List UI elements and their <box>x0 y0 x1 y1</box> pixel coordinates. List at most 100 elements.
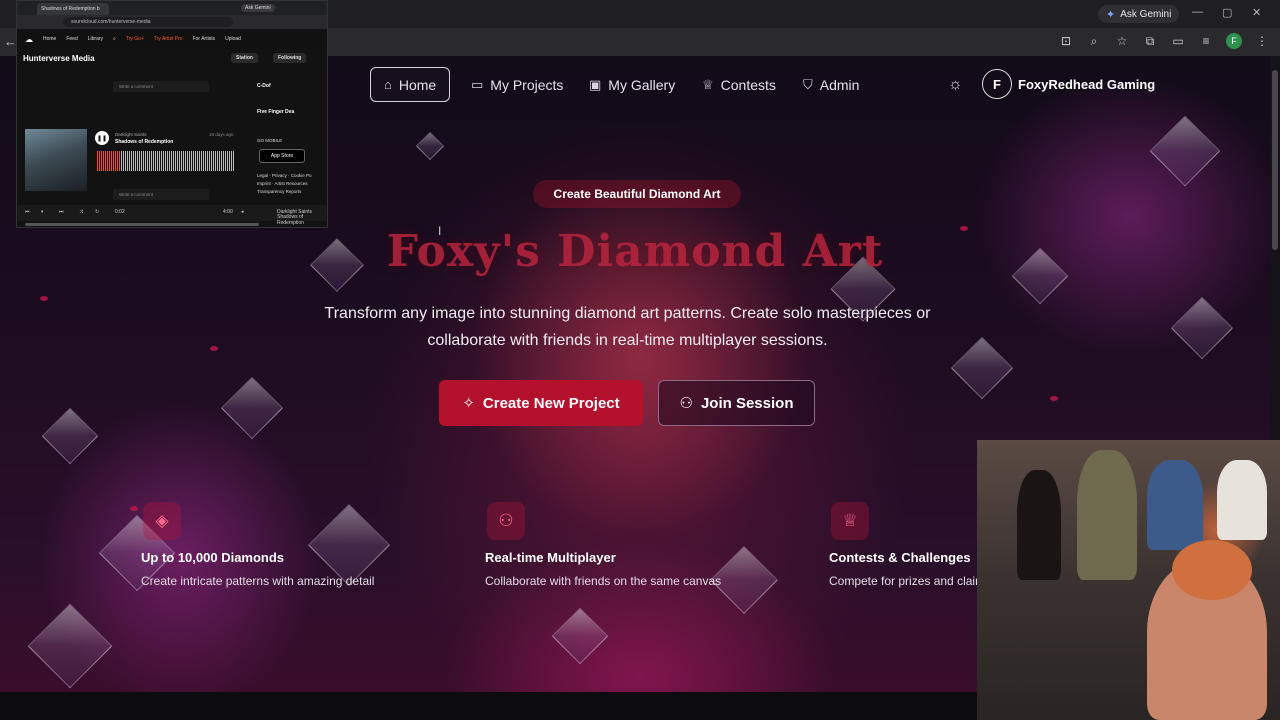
scrollbar-thumb[interactable] <box>1272 70 1278 250</box>
pause-icon[interactable]: ⏸ <box>41 209 44 215</box>
sc-footer-links[interactable]: Legal · Privacy · Cookie Po <box>257 173 312 178</box>
streamer-hair <box>1172 540 1252 600</box>
ask-gemini-button[interactable]: ✦ Ask Gemini <box>1098 5 1180 23</box>
diamond-decoration <box>1170 296 1234 360</box>
sc-nav-library[interactable]: Library <box>88 36 103 42</box>
petal-decoration <box>210 346 218 351</box>
sc-tabstrip: Shadows of Redemption b Ask Gemini <box>17 1 327 15</box>
sc-search-icon[interactable]: ⌕ <box>113 36 116 42</box>
sc-side-track-2-title: Five Finger Dea <box>257 109 295 115</box>
sc-nav: ☁ Home Feed Library ⌕ Try Go+ Try Artist… <box>17 29 327 49</box>
petal-decoration <box>40 296 48 301</box>
doll-figure <box>1147 460 1203 550</box>
minimize-icon[interactable]: — <box>1192 6 1203 18</box>
pause-icon[interactable]: ❚❚ <box>95 131 109 145</box>
hero-subtitle-line1: Transform any image into stunning diamon… <box>324 305 931 322</box>
sc-profile-header: Hunterverse Media Station Following <box>17 49 327 67</box>
avatar[interactable]: F <box>982 69 1012 99</box>
sc-nav-for-artists[interactable]: For Artists <box>193 36 216 42</box>
skip-forward-icon[interactable]: ⏭ <box>59 209 64 215</box>
doll-figure <box>1017 470 1061 580</box>
feature-title: Up to 10,000 Diamonds <box>141 550 285 565</box>
sc-toolbar: soundcloud.com/hunterverse-media <box>17 15 327 29</box>
sc-side-track-1[interactable]: C-Dof <box>257 83 271 89</box>
diamond-decoration <box>551 607 609 665</box>
sc-comment-input[interactable]: Write a comment <box>113 189 209 200</box>
sc-time-elapsed: 0:02 <box>115 209 125 215</box>
diamond-decoration <box>1011 247 1069 305</box>
bookmark-star-icon[interactable]: ☆ <box>1114 34 1130 48</box>
skip-back-icon[interactable]: ⏮ <box>25 209 30 215</box>
sc-side-track-1-title: C-Dof <box>257 83 271 89</box>
join-session-button[interactable]: ⚇ Join Session <box>658 380 815 426</box>
doll-figure <box>1217 460 1267 540</box>
sc-comment-input[interactable]: Write a comment <box>113 81 209 92</box>
volume-icon[interactable]: ◂ <box>241 209 244 215</box>
close-icon[interactable]: ✕ <box>1252 6 1261 19</box>
diamond-decoration <box>220 376 284 440</box>
soundcloud-logo-icon[interactable]: ☁ <box>25 35 33 44</box>
sc-go-mobile: GO MOBILE <box>257 138 283 143</box>
sc-following-button[interactable]: Following <box>273 53 307 63</box>
sc-time-total: 4:00 <box>223 209 233 215</box>
users-icon: ⚇ <box>487 502 525 540</box>
sc-waveform-progress <box>97 151 121 171</box>
sc-nav-home[interactable]: Home <box>43 36 56 42</box>
sc-station-button[interactable]: Station <box>231 53 258 63</box>
users-icon: ⚇ <box>679 395 693 412</box>
diamond-decoration <box>950 336 1014 400</box>
create-new-project-label: Create New Project <box>482 394 620 412</box>
sc-footer-links[interactable]: Transparency Reports <box>257 189 301 194</box>
folder-icon: ▭ <box>471 76 484 92</box>
gemini-sparkle-icon: ✦ <box>1106 8 1116 21</box>
create-new-project-button[interactable]: ✧ Create New Project <box>439 380 643 426</box>
sc-nav-upload[interactable]: Upload <box>225 36 241 42</box>
sc-player-track[interactable]: Shadows of Redemption <box>277 214 327 226</box>
doll-figure <box>1077 450 1137 580</box>
nav-admin-label: Admin <box>819 76 860 93</box>
petal-decoration <box>1050 396 1058 401</box>
nav-contests-label: Contests <box>720 76 776 93</box>
profile-icon[interactable]: F <box>1226 33 1242 49</box>
hero-subtitle: Transform any image into stunning diamon… <box>300 300 955 354</box>
nav-admin[interactable]: ⛉ Admin <box>790 67 872 102</box>
sc-track-title[interactable]: Shadows of Redemption <box>115 139 173 145</box>
sc-nav-feed[interactable]: Feed <box>66 36 77 42</box>
nav-home[interactable]: ⌂ Home <box>370 67 451 102</box>
repeat-icon[interactable]: ↻ <box>95 209 99 215</box>
sc-nav-try-go[interactable]: Try Go+ <box>126 36 144 42</box>
sc-address-bar[interactable]: soundcloud.com/hunterverse-media <box>63 17 233 27</box>
hero-subtitle-line2: collaborate with friends in real-time mu… <box>427 332 828 349</box>
nav-contests[interactable]: ♕ Contests <box>689 67 789 102</box>
user-name[interactable]: FoxyRedhead Gaming <box>1018 77 1155 92</box>
sc-footer-links[interactable]: Imprint · Artist Resources <box>257 181 308 186</box>
nav-home-label: Home <box>398 76 437 93</box>
nav-my-gallery[interactable]: ▣ My Gallery <box>576 67 688 102</box>
split-view-icon[interactable]: ▭ <box>1170 34 1186 48</box>
install-icon[interactable]: ⊡ <box>1058 34 1074 48</box>
sparkles-icon: ✧ <box>462 395 475 412</box>
nav-my-projects[interactable]: ▭ My Projects <box>458 67 576 102</box>
sc-artist[interactable]: Darklight Saints <box>115 132 147 137</box>
petal-decoration <box>130 506 138 511</box>
zoom-icon[interactable]: ⌕ <box>1086 34 1102 49</box>
maximize-icon[interactable]: ▢ <box>1222 6 1232 19</box>
menu-dots-icon[interactable]: ⋮ <box>1254 34 1270 48</box>
sc-horizontal-scrollbar[interactable] <box>25 223 259 226</box>
shuffle-icon[interactable]: ⤨ <box>79 209 83 215</box>
sc-side-track-2[interactable]: Five Finger Dea <box>257 109 294 115</box>
extensions-icon[interactable]: ⧉ <box>1142 34 1158 49</box>
soundcloud-popup-window[interactable]: Shadows of Redemption b Ask Gemini sound… <box>16 0 328 228</box>
feature-description: Compete for prizes and clain <box>829 574 977 588</box>
sc-ask-gemini[interactable]: Ask Gemini <box>241 4 275 12</box>
media-icon[interactable]: ≡ <box>1198 34 1214 48</box>
sc-app-store-badge[interactable]: App Store <box>259 149 305 163</box>
diamond-decoration <box>41 407 99 465</box>
text-cursor-icon: Ι <box>438 224 442 238</box>
shield-icon: ⛉ <box>803 76 813 92</box>
theme-toggle-sun-icon[interactable]: ☼ <box>948 76 963 94</box>
sc-tab[interactable]: Shadows of Redemption b <box>37 3 109 15</box>
nav-my-projects-label: My Projects <box>490 76 564 93</box>
sc-time-ago: 18 days ago <box>209 132 234 137</box>
sc-nav-try-artist-pro[interactable]: Try Artist Pro <box>154 36 183 42</box>
